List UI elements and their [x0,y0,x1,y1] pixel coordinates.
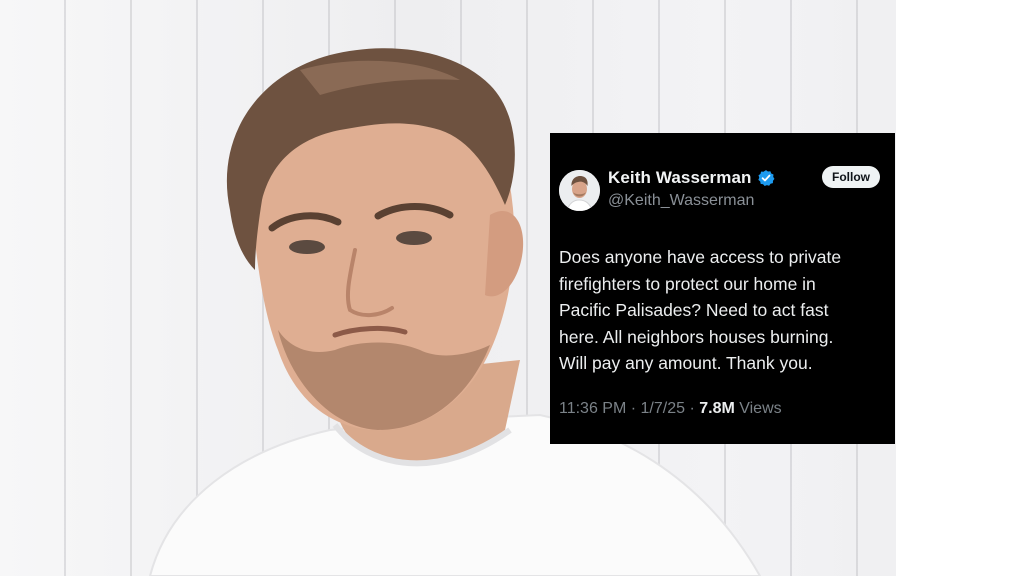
avatar-portrait-icon [559,170,600,211]
follow-button[interactable]: Follow [822,166,880,188]
avatar[interactable] [559,170,600,211]
tweet-card: Keith Wasserman @Keith_Wasserman Follow … [550,133,895,444]
tweet-text-line: here. All neighbors houses burning. [559,326,834,347]
meta-separator: · [685,400,700,417]
tweet-metadata: 11:36 PM · 1/7/25 · 7.8M Views [559,400,782,418]
tweet-text: Does anyone have access to private firef… [559,244,889,377]
right-eye [396,231,432,245]
views-count: 7.8M [699,400,735,417]
ear [485,211,524,297]
display-name[interactable]: Keith Wasserman [608,168,752,188]
tweet-text-line: Will pay any amount. Thank you. [559,353,813,373]
tweet-text-line: firefighters to protect our home in [559,273,816,294]
tweet-date[interactable]: 1/7/25 [641,400,685,417]
tweet-time[interactable]: 11:36 PM [559,400,626,417]
tweet-text-line: Does anyone have access to private [559,247,842,267]
verified-badge-icon [757,170,775,187]
tweet-text-line: Pacific Palisades? Need to act fast [559,300,829,320]
name-row: Keith Wasserman [608,168,775,188]
meta-separator: · [626,400,641,417]
views-label: Views [734,400,782,417]
user-handle[interactable]: @Keith_Wasserman [608,192,754,210]
left-eye [289,240,325,254]
